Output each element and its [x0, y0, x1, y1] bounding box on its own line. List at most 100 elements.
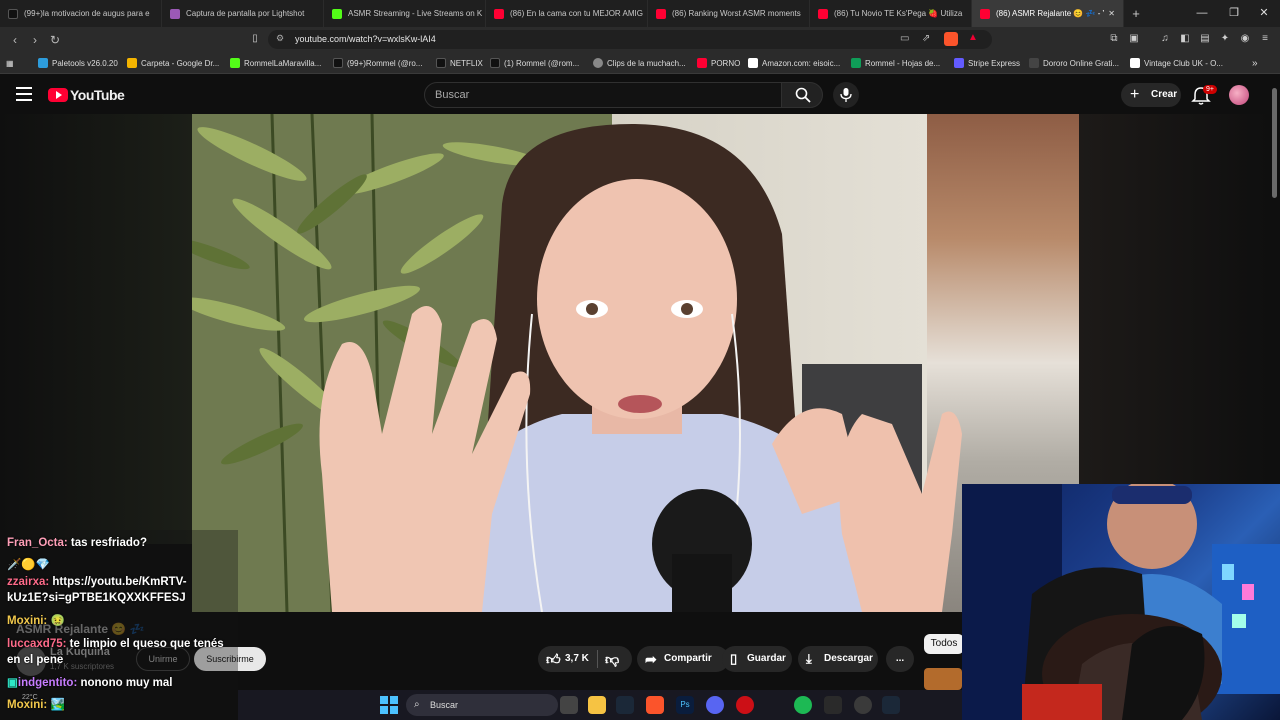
tab-label: (86) Tu Novio TE Ks'Pega 🍓 Utiliza	[834, 9, 963, 18]
weather-widget[interactable]: 22°C	[22, 694, 38, 701]
create-button[interactable]: + Crear	[1121, 83, 1181, 107]
filter-chip-all[interactable]: Todos	[924, 634, 964, 654]
reload-icon[interactable]: ↻	[46, 31, 64, 49]
bookmark-label: PORNO	[711, 58, 741, 68]
screenshot-icon[interactable]: ▣	[1127, 32, 1141, 46]
google-drive-icon	[127, 58, 137, 68]
site-info-icon[interactable]: ⚙	[276, 33, 284, 44]
new-tab-button[interactable]: +	[1124, 6, 1148, 21]
close-tab-icon[interactable]: ✕	[1104, 9, 1115, 18]
youtube-play-icon	[48, 88, 68, 102]
browser-tab-2[interactable]: Captura de pantalla por Lightshot	[162, 0, 324, 27]
bookmark-item[interactable]: Vintage Club UK - O...	[1130, 56, 1223, 70]
chat-text: nonono muy mal	[80, 677, 173, 689]
x-icon	[490, 58, 500, 68]
share-page-icon[interactable]: ⇗	[922, 33, 930, 44]
chat-badge-icon: ▣	[7, 677, 18, 689]
task-view-icon[interactable]	[560, 696, 578, 714]
windows-start-icon[interactable]	[380, 696, 398, 714]
browser-tab-1[interactable]: (99+)la motivacion de augus para e	[0, 0, 162, 27]
stream-chat-overlay: Fran_Octa: tas resfriado? 🗡️🟡💎 zzairxa: …	[0, 530, 238, 720]
bookmark-icon[interactable]: ▯	[248, 32, 262, 46]
browser-tab-6[interactable]: (86) Tu Novio TE Ks'Pega 🍓 Utiliza	[810, 0, 972, 27]
bookmark-item[interactable]: NETFLIX	[436, 56, 483, 70]
page-scrollbar[interactable]	[1272, 88, 1277, 198]
cast-icon[interactable]: ▭	[900, 33, 909, 44]
more-actions-button[interactable]: ...	[886, 646, 914, 672]
bookmark-label: RommelLaMaravilla...	[244, 58, 322, 68]
hamburger-menu-icon[interactable]	[16, 87, 32, 101]
bookmark-item[interactable]: Carpeta - Google Dr...	[127, 56, 219, 70]
youtube-logo[interactable]: YouTube	[48, 87, 125, 103]
search-button[interactable]	[781, 82, 823, 108]
webcam-overlay	[962, 484, 1280, 720]
steam-icon[interactable]	[882, 696, 900, 714]
chat-text: kUz1E?si=gPTBE1KQXXKFFESJ	[7, 592, 186, 604]
search-input[interactable]: Buscar	[424, 82, 782, 108]
vpn-icon[interactable]: ◉	[1238, 32, 1252, 46]
dislike-icon[interactable]: 👎︎	[605, 646, 619, 672]
maximize-icon[interactable]: ❐	[1218, 0, 1250, 27]
forward-icon[interactable]: ›	[26, 31, 44, 49]
like-count[interactable]: 3,7 K	[565, 646, 589, 672]
browser-tab-5[interactable]: (86) Ranking Worst ASMR moments	[648, 0, 810, 27]
bookmark-item[interactable]: Dororo Online Grati...	[1029, 56, 1119, 70]
bookmark-label: Clips de la muchach...	[607, 58, 686, 68]
photoshop-icon[interactable]: Ps	[676, 696, 694, 714]
youtube-icon	[980, 8, 990, 19]
bookmark-item[interactable]: Amazon.com: eisoic...	[748, 56, 840, 70]
chat-message: zzairxa: https://youtu.be/KmRTV-	[7, 575, 187, 589]
file-explorer-icon[interactable]	[588, 696, 606, 714]
more-bookmarks-icon[interactable]: »	[1252, 56, 1258, 70]
bookmark-item[interactable]: Stripe Express	[954, 56, 1020, 70]
chat-username: luccaxd75:	[7, 638, 67, 650]
bookmark-item[interactable]: Paletools v26.0.20	[38, 56, 118, 70]
valorant-icon[interactable]	[824, 696, 842, 714]
taskbar-search[interactable]: ⌕ Buscar	[406, 694, 558, 716]
sidebar-icon[interactable]: ◧	[1178, 32, 1192, 46]
bookmark-item[interactable]: Clips de la muchach...	[593, 56, 686, 70]
brave-shields-icon[interactable]	[944, 32, 958, 46]
app-icon[interactable]	[854, 696, 872, 714]
search-icon: ⌕	[414, 699, 420, 710]
browser-tab-active[interactable]: (86) ASMR Rejalante 😊 💤 - Yo ✕	[972, 0, 1124, 27]
voice-search-button[interactable]	[833, 82, 859, 108]
url-text: youtube.com/watch?v=wxlsKw-lAI4	[295, 34, 436, 44]
spotify-icon[interactable]	[794, 696, 812, 714]
steam-icon[interactable]	[616, 696, 634, 714]
browser-tab-3[interactable]: ASMR Streaming - Live Streams on K	[324, 0, 486, 27]
save-button[interactable]: ▯ Guardar	[722, 646, 792, 672]
wallet-icon[interactable]: ▤	[1198, 32, 1212, 46]
bookmark-item[interactable]: Rommel - Hojas de...	[851, 56, 940, 70]
close-window-icon[interactable]: ✕	[1248, 0, 1280, 27]
brave-rewards-icon[interactable]: ▲	[968, 32, 978, 43]
discord-icon[interactable]	[706, 696, 724, 714]
browser-tab-4[interactable]: (86) En la cama con tu MEJOR AMIG	[486, 0, 648, 27]
address-bar[interactable]: ⚙ youtube.com/watch?v=wxlsKw-lAI4 ▭ ⇗ ▲	[268, 30, 992, 49]
opera-gx-icon[interactable]	[736, 696, 754, 714]
extensions-icon[interactable]: ⧉	[1107, 32, 1121, 46]
apps-icon[interactable]: ▦	[6, 56, 14, 70]
bookmark-item[interactable]: PORNO	[697, 56, 740, 70]
like-icon[interactable]: 👍︎	[546, 646, 561, 672]
bookmark-item[interactable]: (1) Rommel (@rom...	[490, 56, 579, 70]
like-dislike-group: 👍︎ 3,7 K 👎︎	[538, 646, 632, 672]
kick-icon	[332, 8, 342, 19]
media-icon[interactable]: ♫	[1158, 32, 1172, 46]
video-ambient-left	[0, 114, 192, 544]
minimize-icon[interactable]: —	[1186, 0, 1218, 27]
recommended-thumbnail[interactable]	[924, 668, 962, 690]
avatar[interactable]	[1229, 85, 1249, 105]
back-icon[interactable]: ‹	[6, 31, 24, 49]
bookmark-item[interactable]: RommelLaMaravilla...	[230, 56, 321, 70]
download-button[interactable]: ⤓ Descargar	[798, 646, 878, 672]
kick-icon	[230, 58, 240, 68]
share-button[interactable]: ➦ Compartir	[637, 646, 729, 672]
menu-icon[interactable]: ≡	[1258, 32, 1272, 46]
streamer-figure	[319, 124, 962, 612]
bookmark-item[interactable]: (99+)Rommel (@ro...	[333, 56, 422, 70]
ai-icon[interactable]: ✦	[1218, 32, 1232, 46]
video-player[interactable]	[192, 114, 1079, 612]
plus-icon: +	[1130, 86, 1140, 103]
brave-icon[interactable]	[646, 696, 664, 714]
